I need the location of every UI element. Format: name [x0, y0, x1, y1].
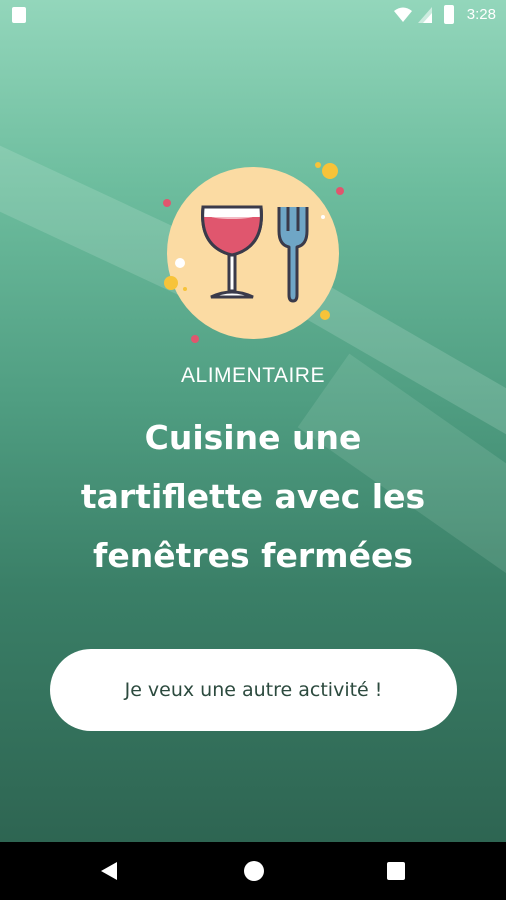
category-illustration [155, 155, 355, 355]
battery-icon [444, 5, 454, 24]
wine-glass-and-fork-icon [163, 162, 344, 343]
status-time: 3:28 [466, 6, 496, 23]
activity-title-line: Cuisine une [144, 418, 362, 457]
back-icon[interactable] [101, 862, 117, 880]
wifi-icon [394, 7, 412, 22]
another-activity-button[interactable]: Je veux une autre activité ! [50, 649, 457, 731]
activity-title: Cuisine une tartiflette avec les fenêtre… [40, 408, 466, 585]
app-screen: 3:28 ALIMENTAIRE Cuisine une tartiflette… [0, 0, 506, 900]
home-icon[interactable] [244, 861, 264, 881]
activity-category: ALIMENTAIRE [181, 364, 325, 387]
recents-icon[interactable] [387, 862, 405, 880]
activity-title-line: fenêtres fermées [93, 536, 413, 575]
sd-card-icon [12, 7, 26, 23]
signal-icon [418, 7, 432, 23]
activity-title-line: tartiflette avec les [80, 477, 426, 516]
status-bar: 3:28 [0, 0, 506, 30]
